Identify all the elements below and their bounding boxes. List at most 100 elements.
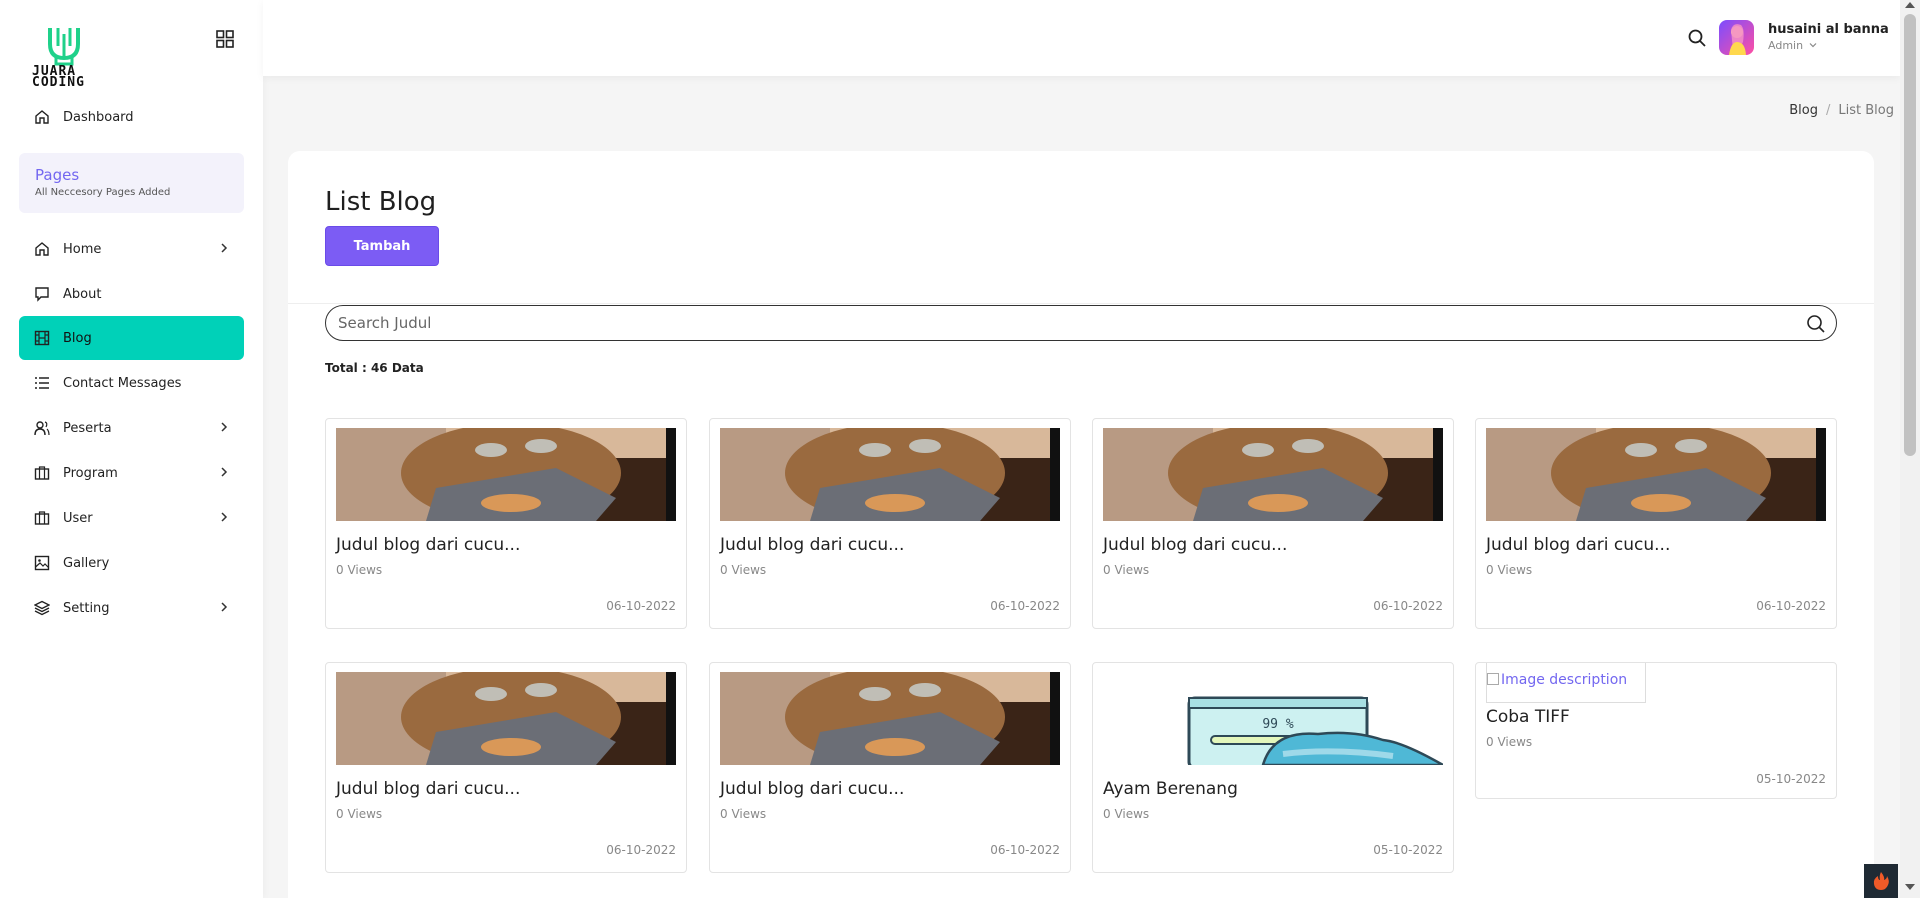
briefcase-icon <box>33 509 51 527</box>
scroll-down-arrow-icon[interactable] <box>1905 884 1915 890</box>
blog-views: 0 Views <box>720 807 767 821</box>
thumbnail-progress-text: 99 % <box>1262 717 1293 732</box>
topbar: husaini al banna Admin <box>263 0 1900 76</box>
pages-title: Pages <box>35 166 80 184</box>
main-card: List Blog Tambah Total : 46 Data Judul b… <box>288 151 1874 898</box>
blog-card[interactable]: Judul blog dari cucu... 0 Views 06-10-20… <box>325 662 687 873</box>
search-bar <box>325 305 1837 341</box>
search-input[interactable] <box>326 306 1836 340</box>
user-name[interactable]: husaini al banna <box>1768 22 1889 37</box>
scroll-up-arrow-icon[interactable] <box>1905 2 1915 8</box>
blog-views: 0 Views <box>1486 735 1533 749</box>
sidebar-item-blog[interactable]: Blog <box>19 316 244 360</box>
blog-views: 0 Views <box>720 563 767 577</box>
sidebar-item-about[interactable]: About <box>19 272 244 316</box>
blog-card[interactable]: Judul blog dari cucu... 0 Views 06-10-20… <box>1092 418 1454 629</box>
grid-icon[interactable] <box>216 30 234 48</box>
sidebar-item-user[interactable]: User <box>19 496 244 540</box>
scrollbar-thumb[interactable] <box>1904 14 1916 456</box>
chevron-down-icon <box>1809 43 1816 48</box>
chevron-right-icon <box>221 602 228 612</box>
add-blog-button[interactable]: Tambah <box>325 226 439 266</box>
blog-title[interactable]: Ayam Berenang <box>1103 779 1238 799</box>
chevron-right-icon <box>221 512 228 522</box>
blog-thumbnail <box>1486 428 1826 521</box>
page-scrollbar[interactable] <box>1900 0 1920 898</box>
blog-card[interactable]: Judul blog dari cucu... 0 Views 06-10-20… <box>325 418 687 629</box>
total-count: Total : 46 Data <box>325 361 424 375</box>
briefcase-icon <box>33 464 51 482</box>
user-role-dropdown[interactable]: Admin <box>1768 39 1817 52</box>
blog-title[interactable]: Judul blog dari cucu... <box>1486 535 1670 555</box>
logo-text: JUARA CODING <box>32 64 85 90</box>
sidebar-item-home[interactable]: Home <box>19 227 244 271</box>
sidebar-item-label: Peserta <box>63 420 112 436</box>
blog-thumbnail <box>336 672 676 765</box>
blog-card[interactable]: Judul blog dari cucu... 0 Views 06-10-20… <box>709 418 1071 629</box>
breadcrumb-blog-link[interactable]: Blog <box>1789 103 1818 118</box>
sidebar-item-peserta[interactable]: Peserta <box>19 406 244 450</box>
sidebar-item-label: Gallery <box>63 555 110 571</box>
sidebar-item-label: Dashboard <box>63 109 134 125</box>
layers-icon <box>33 599 51 617</box>
blog-title[interactable]: Judul blog dari cucu... <box>1103 535 1287 555</box>
broken-image-icon <box>1487 673 1499 685</box>
blog-thumbnail <box>720 672 1060 765</box>
blog-card[interactable]: Image description Coba TIFF 0 Views 05-1… <box>1475 662 1837 799</box>
blog-thumbnail <box>720 428 1060 521</box>
sidebar-item-label: User <box>63 510 93 526</box>
sidebar-item-label: Blog <box>63 330 92 346</box>
sidebar-item-label: Setting <box>63 600 110 616</box>
blog-views: 0 Views <box>336 807 383 821</box>
sidebar-item-label: About <box>63 286 102 302</box>
pages-section-header: Pages All Neccesory Pages Added <box>19 153 244 213</box>
blog-views: 0 Views <box>1486 563 1533 577</box>
blog-title[interactable]: Judul blog dari cucu... <box>336 779 520 799</box>
avatar[interactable] <box>1719 20 1754 55</box>
sidebar-item-contact-messages[interactable]: Contact Messages <box>19 361 244 405</box>
blog-title[interactable]: Judul blog dari cucu... <box>336 535 520 555</box>
image-alt-text: Image description <box>1501 672 1628 688</box>
search-icon[interactable] <box>1806 314 1826 334</box>
sidebar-item-dashboard[interactable]: Dashboard <box>19 95 244 139</box>
blog-title[interactable]: Coba TIFF <box>1486 707 1570 727</box>
home-icon <box>33 240 51 258</box>
chevron-right-icon <box>221 243 228 253</box>
blog-thumbnail <box>336 428 676 521</box>
blog-date: 06-10-2022 <box>1756 599 1826 613</box>
list-icon <box>33 374 51 392</box>
sidebar: JUARA CODING Dashboard Pages All Necceso… <box>0 0 263 898</box>
sidebar-item-setting[interactable]: Setting <box>19 586 244 630</box>
blog-date: 06-10-2022 <box>990 843 1060 857</box>
sidebar-item-label: Contact Messages <box>63 375 182 391</box>
breadcrumb-separator: / <box>1826 103 1831 118</box>
blog-card[interactable]: Judul blog dari cucu... 0 Views 06-10-20… <box>1475 418 1837 629</box>
film-icon <box>33 329 51 347</box>
user-role-label: Admin <box>1768 39 1804 52</box>
blog-card[interactable]: 99 % Ayam Berenang 0 Views 05-10-2022 <box>1092 662 1454 873</box>
sidebar-item-program[interactable]: Program <box>19 451 244 495</box>
blog-title[interactable]: Judul blog dari cucu... <box>720 779 904 799</box>
chevron-right-icon <box>221 467 228 477</box>
blog-date: 06-10-2022 <box>606 599 676 613</box>
search-icon[interactable] <box>1687 28 1707 48</box>
blog-date: 06-10-2022 <box>990 599 1060 613</box>
users-icon <box>33 419 51 437</box>
flame-icon <box>1873 872 1889 890</box>
pages-subtitle: All Neccesory Pages Added <box>35 187 171 198</box>
home-icon <box>33 108 51 126</box>
sidebar-item-gallery[interactable]: Gallery <box>19 541 244 585</box>
card-header: List Blog Tambah <box>288 151 1874 304</box>
blog-title[interactable]: Judul blog dari cucu... <box>720 535 904 555</box>
chat-icon <box>33 285 51 303</box>
broken-image: Image description <box>1486 663 1646 703</box>
blog-views: 0 Views <box>1103 563 1150 577</box>
sidebar-item-label: Home <box>63 241 102 257</box>
blog-date: 06-10-2022 <box>606 843 676 857</box>
breadcrumb-current: List Blog <box>1838 103 1894 118</box>
sidebar-item-label: Program <box>63 465 118 481</box>
blog-card[interactable]: Judul blog dari cucu... 0 Views 06-10-20… <box>709 662 1071 873</box>
flame-badge[interactable] <box>1864 864 1898 898</box>
blog-thumbnail: 99 % <box>1103 672 1443 765</box>
blog-date: 06-10-2022 <box>1373 599 1443 613</box>
